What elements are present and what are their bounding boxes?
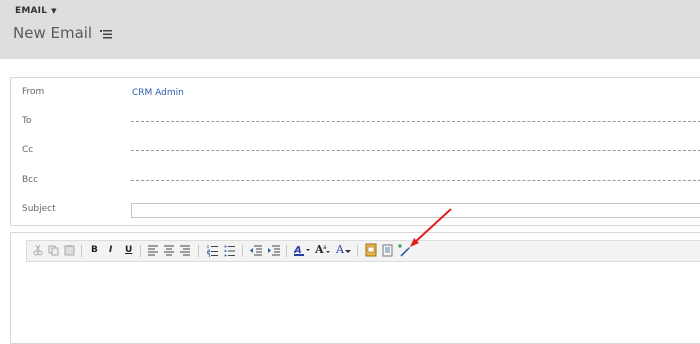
subject-label: Subject [22, 204, 56, 214]
svg-text:a: a [323, 244, 327, 251]
chevron-down-icon: ▼ [51, 7, 57, 15]
copy-icon[interactable] [48, 243, 59, 257]
toolbar-separator [357, 245, 358, 257]
toolbar-separator [286, 245, 287, 257]
bcc-label: Bcc [22, 175, 39, 185]
underline-button[interactable]: U [125, 245, 132, 259]
increase-indent-icon[interactable] [268, 243, 280, 257]
entity-type-menu[interactable]: EMAIL ▼ [15, 6, 57, 16]
toolbar-separator [140, 245, 141, 257]
paste-icon[interactable] [64, 243, 75, 257]
insert-signature-icon[interactable] [397, 243, 410, 257]
form-selector-icon[interactable] [100, 29, 113, 39]
email-body-editor[interactable]: B I U A A a A [10, 232, 700, 344]
cc-field[interactable] [131, 150, 700, 151]
align-right-icon[interactable] [180, 243, 190, 257]
align-left-icon[interactable] [148, 243, 158, 257]
subject-input[interactable] [131, 203, 700, 218]
cut-icon[interactable] [33, 243, 43, 257]
bulleted-list-icon[interactable] [224, 243, 235, 257]
entity-type-label: EMAIL [15, 6, 48, 16]
from-label: From [22, 87, 45, 97]
toolbar-separator [198, 245, 199, 257]
align-center-icon[interactable] [164, 243, 174, 257]
numbered-list-icon[interactable] [207, 243, 218, 257]
to-field[interactable] [131, 121, 700, 122]
toolbar-separator [81, 245, 82, 257]
insert-kb-article-icon[interactable] [382, 243, 393, 257]
font-color-dropdown-icon[interactable] [345, 243, 351, 257]
to-label: To [22, 116, 32, 126]
insert-template-icon[interactable] [365, 243, 377, 257]
decrease-indent-icon[interactable] [250, 243, 262, 257]
italic-button[interactable]: I [109, 245, 112, 259]
email-header-section: From CRM Admin To Cc Bcc Subject [10, 77, 700, 226]
highlight-color-icon[interactable]: A [294, 243, 310, 257]
page-title: New Email [13, 24, 93, 42]
page-header: EMAIL ▼ New Email [0, 0, 700, 59]
formatting-toolbar: B I U A A a A [26, 240, 700, 262]
font-color-button[interactable]: A [336, 243, 344, 257]
cc-label: Cc [22, 145, 34, 155]
from-value-link[interactable]: CRM Admin [132, 88, 184, 98]
bold-button[interactable]: B [91, 245, 98, 259]
toolbar-separator [242, 245, 243, 257]
bcc-field[interactable] [131, 180, 700, 181]
font-size-dropdown-icon[interactable]: a [323, 243, 332, 257]
